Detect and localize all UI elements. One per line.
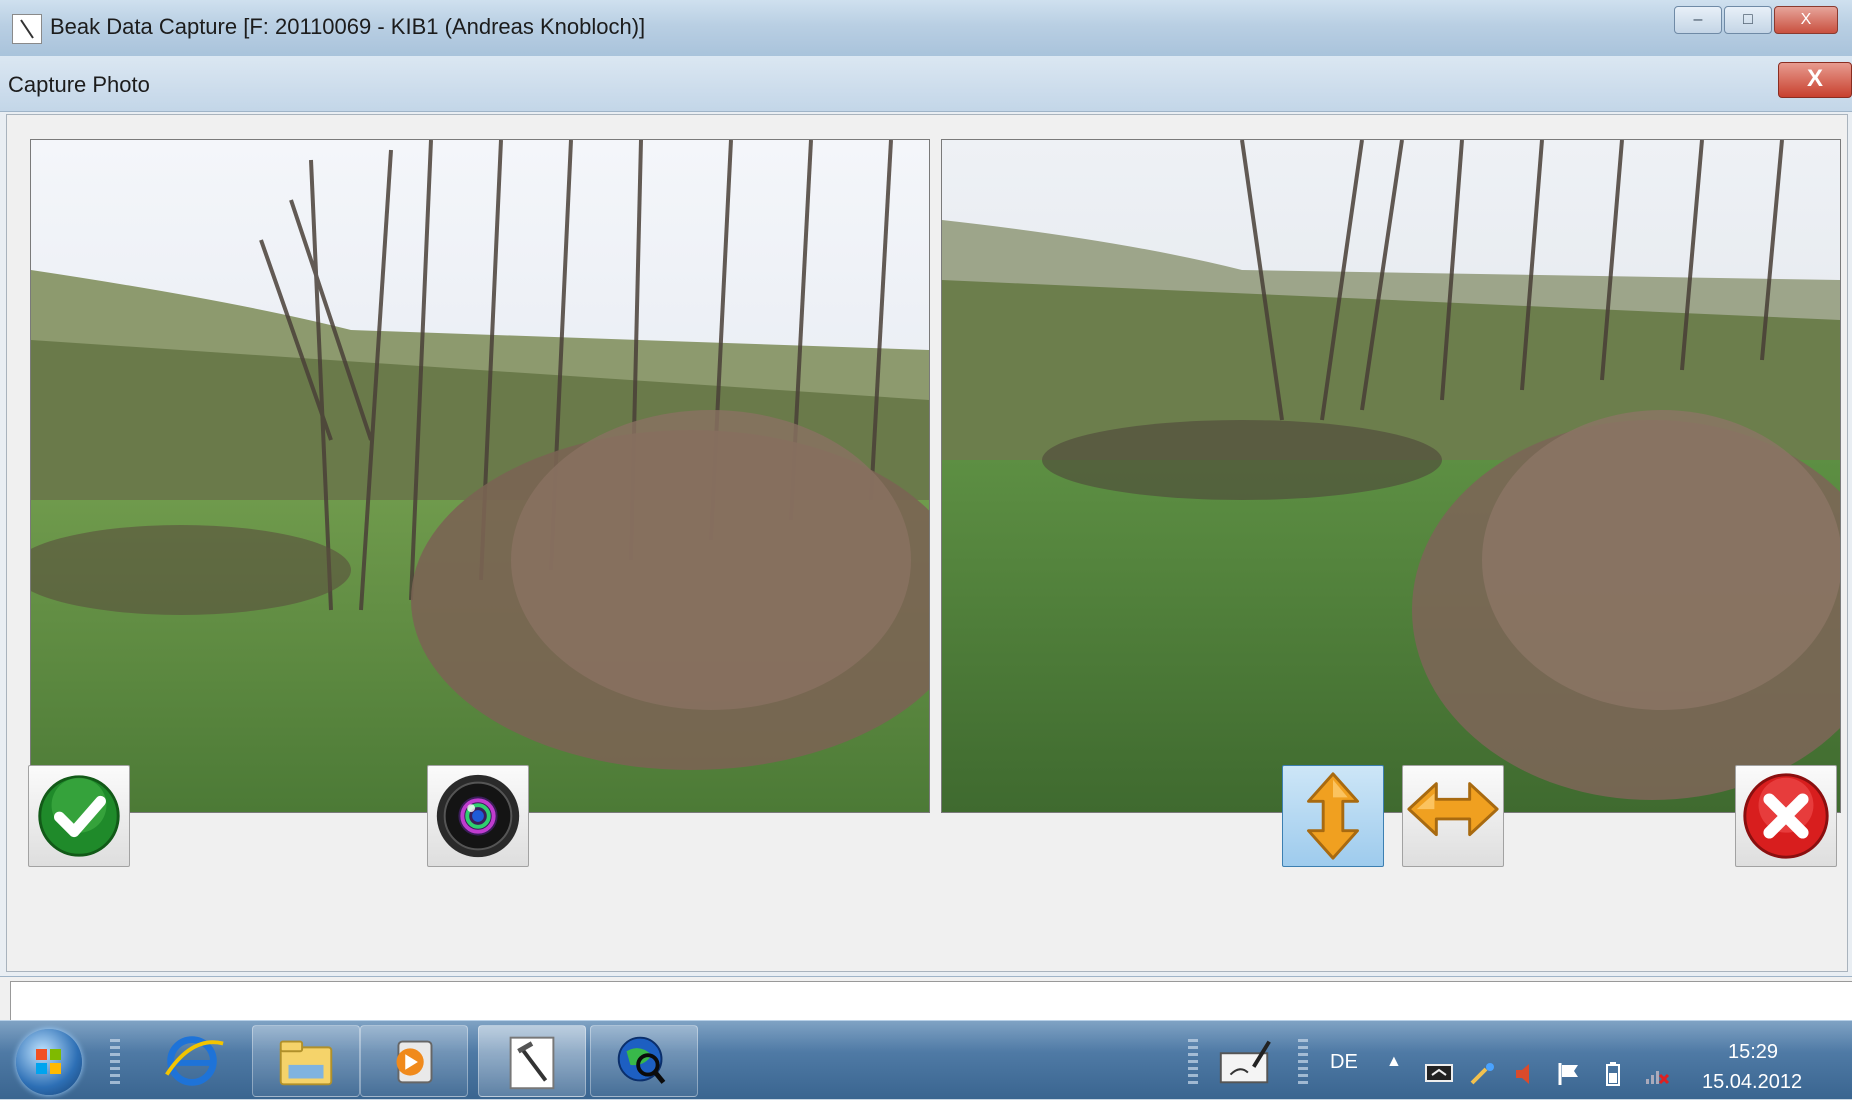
tray-network[interactable] [1642,1061,1672,1087]
flip-horizontal-button[interactable] [1402,765,1504,867]
window-title: Beak Data Capture [F: 20110069 - KIB1 (A… [50,14,646,39]
app-icon [12,14,42,44]
checkmark-icon [38,775,120,857]
window-close-button[interactable]: X [1774,6,1838,34]
captured-photo [30,139,930,813]
tray-volume[interactable] [1512,1061,1542,1087]
network-no-signal-icon [1646,1071,1670,1085]
taskbar-media-player[interactable] [360,1025,468,1097]
clock-date[interactable]: 15.04.2012 [1702,1071,1802,1094]
tray-action-flag[interactable] [1554,1061,1584,1087]
beak-data-capture-icon [509,1036,555,1090]
taskbar-internet-explorer[interactable] [138,1025,246,1097]
tools-icon [1470,1063,1494,1085]
tray-action-center[interactable] [1424,1061,1454,1087]
accept-button[interactable] [28,765,130,867]
flip-vertical-button[interactable] [1282,765,1384,867]
camera-lens-icon [436,774,520,858]
show-hidden-icons-button[interactable]: ▲ [1386,1053,1402,1071]
battery-icon [1606,1062,1620,1086]
language-indicator[interactable]: DE [1330,1051,1358,1074]
live-camera-preview [941,139,1841,813]
taskbar-pen-input[interactable] [1214,1025,1276,1097]
tray-battery[interactable] [1598,1061,1628,1087]
speaker-icon [1516,1064,1529,1084]
media-player-icon [396,1040,433,1084]
dialog-titlebar: Capture Photo X [0,56,1852,112]
taskbar-file-explorer[interactable] [252,1025,360,1097]
horizontal-arrows-icon [1407,782,1499,837]
windows-logo-icon [36,1049,61,1074]
taskbar-beak-data-capture[interactable] [478,1025,586,1097]
clock-time[interactable]: 15:29 [1728,1041,1778,1064]
background-app-field [10,981,1852,1021]
window-controls: – □ X [1674,6,1838,36]
flag-icon [1558,1063,1578,1085]
window-titlebar: Beak Data Capture [F: 20110069 - KIB1 (A… [0,0,1852,57]
taskbar: DE ▲ 15:29 15.04.2012 [0,1020,1852,1099]
taskbar-grip [110,1039,120,1085]
taskbar-globe-search[interactable] [590,1025,698,1097]
dialog-close-button[interactable]: X [1778,62,1852,98]
close-x-icon [1743,773,1829,859]
maximize-button[interactable]: □ [1724,6,1772,34]
background-app-window [0,976,1852,1021]
tray-tools[interactable] [1468,1061,1498,1087]
globe-search-icon [617,1036,666,1084]
taskbar-grip [1298,1039,1308,1085]
cancel-button[interactable] [1735,765,1837,867]
pen-tablet-icon [1219,1040,1271,1084]
file-explorer-icon [279,1040,333,1086]
minimize-button[interactable]: – [1674,6,1722,34]
monitor-icon [1425,1064,1453,1082]
vertical-arrows-icon [1307,772,1359,860]
taskbar-grip [1188,1039,1198,1085]
dialog-body [6,114,1848,972]
internet-explorer-icon [165,1036,224,1086]
capture-photo-dialog: Capture Photo X [0,56,1852,976]
start-button[interactable] [16,1029,82,1095]
dialog-title: Capture Photo [8,72,150,97]
capture-photo-button[interactable] [427,765,529,867]
